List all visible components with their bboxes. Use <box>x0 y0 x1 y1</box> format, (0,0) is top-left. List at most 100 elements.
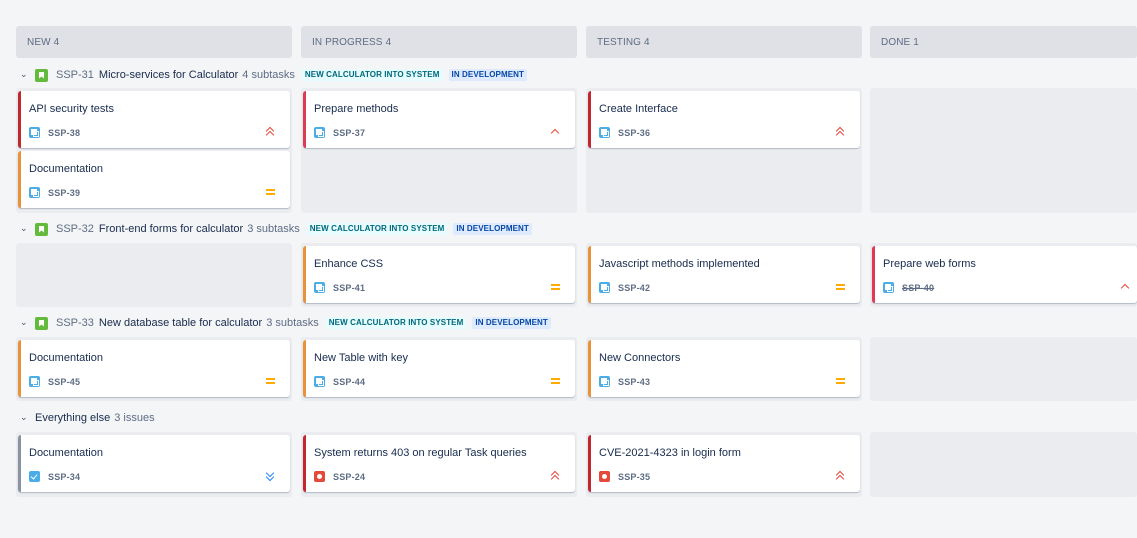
epic-lozenge[interactable]: NEW CALCULATOR INTO SYSTEM <box>301 69 443 81</box>
card-key[interactable]: SSP-42 <box>618 283 650 293</box>
swimlane-header-everything-else[interactable]: ⌄ Everything else 3 issues <box>20 409 162 427</box>
column-header-testing[interactable]: TESTING 4 <box>586 26 862 58</box>
card-title: Documentation <box>29 352 103 364</box>
card-title: Prepare methods <box>314 103 399 115</box>
swimlane-key[interactable]: SSP-33 <box>56 317 94 329</box>
card-title: New Connectors <box>599 352 681 364</box>
swimlane-title: Everything else <box>35 412 111 424</box>
swimlane-subtask-count: 3 subtasks <box>247 223 300 235</box>
issue-card[interactable]: New Connectors SSP-43 <box>588 340 860 397</box>
card-key[interactable]: SSP-39 <box>48 188 80 198</box>
status-lozenge[interactable]: IN DEVELOPMENT <box>448 69 528 81</box>
card-key[interactable]: SSP-38 <box>48 128 80 138</box>
subtask-icon <box>599 282 610 293</box>
column-header-in-progress[interactable]: IN PROGRESS 4 <box>301 26 577 58</box>
subtask-icon <box>29 376 40 387</box>
priority-medium-icon <box>550 281 561 292</box>
swimlane-title: New database table for calculator <box>98 317 263 329</box>
swimlane-key[interactable]: SSP-32 <box>56 223 94 235</box>
card-title: Prepare web forms <box>883 258 976 270</box>
kanban-board: NEW 4 IN PROGRESS 4 TESTING 4 DONE 1 ⌄ SSP-3… <box>0 0 1137 538</box>
card-title: Javascript methods implemented <box>599 258 760 270</box>
column-count: 4 <box>644 37 650 48</box>
epic-lozenge[interactable]: NEW CALCULATOR INTO SYSTEM <box>325 317 467 329</box>
column-cell <box>870 337 1137 401</box>
card-key[interactable]: SSP-24 <box>333 472 365 482</box>
issue-card[interactable]: Prepare web forms SSP-40 <box>872 246 1137 303</box>
task-icon <box>29 471 40 482</box>
column-name: TESTING <box>597 37 642 48</box>
chevron-down-icon[interactable]: ⌄ <box>20 223 30 234</box>
card-key[interactable]: SSP-37 <box>333 128 365 138</box>
epic-lozenge[interactable]: NEW CALCULATOR INTO SYSTEM <box>306 223 448 235</box>
chevron-down-icon[interactable]: ⌄ <box>20 69 30 80</box>
card-title: CVE-2021-4323 in login form <box>599 447 741 459</box>
priority-highest-icon <box>835 126 846 137</box>
issue-card[interactable]: System returns 403 on regular Task queri… <box>303 435 575 492</box>
column-count: 4 <box>53 37 60 48</box>
swimlane-title: Front-end forms for calculator <box>98 223 244 235</box>
issue-card[interactable]: Documentation SSP-39 <box>18 151 290 208</box>
column-count: 1 <box>913 37 919 48</box>
priority-medium-icon <box>835 281 846 292</box>
issue-card[interactable]: New Table with key SSP-44 <box>303 340 575 397</box>
column-cell <box>870 432 1137 497</box>
status-lozenge[interactable]: IN DEVELOPMENT <box>453 223 532 235</box>
column-cell <box>16 243 292 307</box>
subtask-icon <box>883 282 894 293</box>
issue-card[interactable]: Prepare methods SSP-37 <box>303 91 575 148</box>
issue-card[interactable]: Enhance CSS SSP-41 <box>303 246 575 303</box>
bug-icon <box>599 471 610 482</box>
priority-high-icon <box>1120 281 1131 292</box>
priority-highest-icon <box>835 470 846 481</box>
subtask-icon <box>29 187 40 198</box>
card-key[interactable]: SSP-34 <box>48 472 80 482</box>
swimlane-subtask-count: 3 subtasks <box>266 317 319 329</box>
story-icon <box>35 68 48 82</box>
issue-card[interactable]: Documentation SSP-34 <box>18 435 290 492</box>
priority-medium-icon <box>835 375 846 386</box>
subtask-icon <box>314 127 325 138</box>
card-key[interactable]: SSP-44 <box>333 377 365 387</box>
card-title: Documentation <box>29 163 103 175</box>
card-title: Create Interface <box>599 103 678 115</box>
swimlane-header-ssp-33[interactable]: ⌄ SSP-33 New database table for calculat… <box>20 314 557 332</box>
swimlane-header-ssp-32[interactable]: ⌄ SSP-32 Front-end forms for calculator … <box>20 220 538 238</box>
priority-medium-icon <box>550 375 561 386</box>
issue-card[interactable]: Documentation SSP-45 <box>18 340 290 397</box>
issue-card[interactable]: API security tests SSP-38 <box>18 91 290 148</box>
issue-card[interactable]: Create Interface SSP-36 <box>588 91 860 148</box>
card-title: New Table with key <box>314 352 408 364</box>
column-name: NEW <box>27 37 51 48</box>
status-lozenge[interactable]: IN DEVELOPMENT <box>472 317 551 329</box>
subtask-icon <box>599 376 610 387</box>
issue-card[interactable]: Javascript methods implemented SSP-42 <box>588 246 860 303</box>
column-name: DONE <box>881 37 911 48</box>
card-key[interactable]: SSP-41 <box>333 283 365 293</box>
card-key[interactable]: SSP-36 <box>618 128 650 138</box>
priority-medium-icon <box>265 186 276 197</box>
swimlane-header-ssp-31[interactable]: ⌄ SSP-31 Micro-services for Calculator 4… <box>20 66 533 84</box>
chevron-down-icon[interactable]: ⌄ <box>20 412 30 423</box>
column-header-done[interactable]: DONE 1 <box>870 26 1137 58</box>
swimlane-issue-count: 3 issues <box>114 412 155 424</box>
story-icon <box>35 222 48 236</box>
column-count: 4 <box>385 37 392 48</box>
chevron-down-icon[interactable]: ⌄ <box>20 317 30 328</box>
swimlane-key[interactable]: SSP-31 <box>56 69 94 81</box>
subtask-icon <box>314 282 325 293</box>
issue-card[interactable]: CVE-2021-4323 in login form SSP-35 <box>588 435 860 492</box>
card-key[interactable]: SSP-35 <box>618 472 650 482</box>
column-header-new[interactable]: NEW 4 <box>16 26 292 58</box>
priority-highest-icon <box>265 126 276 137</box>
column-name: IN PROGRESS <box>312 37 383 48</box>
card-key[interactable]: SSP-45 <box>48 377 80 387</box>
card-key[interactable]: SSP-43 <box>618 377 650 387</box>
bug-icon <box>314 471 325 482</box>
card-key[interactable]: SSP-40 <box>902 283 934 293</box>
subtask-icon <box>29 127 40 138</box>
swimlane-title: Micro-services for Calculator <box>98 69 239 81</box>
priority-lowest-icon <box>265 470 276 481</box>
card-title: Documentation <box>29 447 103 459</box>
card-title: Enhance CSS <box>314 258 384 270</box>
